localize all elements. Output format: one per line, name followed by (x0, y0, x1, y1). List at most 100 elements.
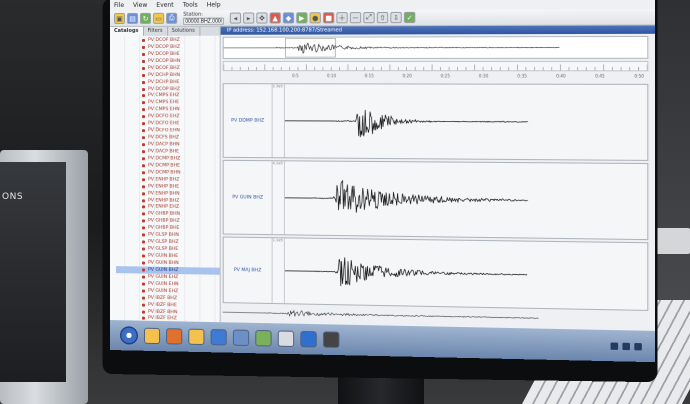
station-icon (142, 289, 146, 293)
start-button[interactable] (119, 326, 138, 345)
menu-item-help[interactable]: Help (207, 0, 221, 11)
channel-label: PV DDMP BHZ (231, 118, 265, 124)
time-tick-label: 0:20 (402, 73, 412, 79)
station-input[interactable] (183, 17, 224, 25)
tree-item-label: PV GHBP BHN (148, 211, 181, 218)
station-icon (142, 178, 146, 182)
tree-item-label: PV DCOF BHZ (148, 37, 180, 43)
overview-trace[interactable] (222, 35, 649, 59)
tree-item-label: PV ENHP BHE (148, 184, 180, 190)
print-icon[interactable]: ⎙ (166, 12, 178, 24)
stop-icon[interactable]: ■ (322, 12, 335, 24)
pan-icon[interactable]: ✥ (256, 12, 268, 24)
firefox-icon[interactable] (166, 328, 183, 345)
tree-item-label: PV GUIN BHZ (148, 267, 179, 274)
apply-icon[interactable]: ✓ (403, 11, 416, 24)
station-icon (142, 150, 146, 154)
zoom-fit-icon[interactable]: ⤢ (363, 11, 375, 24)
station-icon (142, 143, 146, 147)
amp-top: 1.1e5 (272, 238, 283, 243)
amp-top: 2.3e5 (272, 84, 283, 89)
station-icon (142, 38, 146, 42)
refresh-icon[interactable]: ↻ (139, 12, 152, 24)
station-icon (142, 240, 146, 244)
zoom-out-icon[interactable]: － (349, 12, 362, 24)
save-icon[interactable]: ▤ (126, 12, 138, 24)
tree-item-label: PV GUIN EHN (148, 281, 179, 287)
time-axis[interactable] (222, 60, 649, 72)
tree-item-label: PV CMPS EHE (148, 100, 180, 106)
open-icon[interactable]: ▣ (113, 12, 125, 24)
station-icon (142, 157, 146, 161)
terminal-icon[interactable] (322, 331, 340, 349)
tree-item-station[interactable]: PV DCOP BHE (116, 51, 220, 58)
go-icon[interactable]: ▶ (296, 12, 308, 24)
time-axis-ticks (224, 62, 648, 70)
station-icon (142, 268, 146, 272)
tree-item-label: PV GUIN EHZ (148, 274, 179, 280)
menu-item-tools[interactable]: Tools (183, 0, 198, 11)
network-icon[interactable] (610, 341, 619, 350)
amplitude-scale: 4.2e5 (272, 161, 285, 235)
arrow-right-icon[interactable]: ▸ (243, 12, 255, 24)
tree-item-station[interactable]: PV DCOP BHN (116, 58, 220, 65)
tree-item-label: PV DCMP BHN (148, 170, 181, 176)
channel-label-cell: PV GUIN BHZ (223, 160, 273, 235)
channel-panel[interactable]: PV MAJ BHZ 1.1e5 (222, 236, 649, 311)
channel-panel[interactable]: PV GUIN BHZ 4.2e5 (222, 159, 649, 241)
scale-up-icon[interactable]: ⇧ (376, 11, 389, 24)
scale-down-icon[interactable]: ⇩ (390, 11, 402, 24)
channel-label-cell: PV MAJ BHZ (223, 237, 273, 304)
filter-icon[interactable]: ◆ (282, 12, 295, 24)
media-icon[interactable] (210, 329, 227, 346)
menu-item-view[interactable]: View (133, 0, 147, 11)
app-icon[interactable] (232, 329, 250, 347)
station-tree: PV DCOF BHZ PV DCOP BHZ PV DCOP BHE PV DCOP… (110, 35, 220, 334)
event-icon[interactable]: ● (309, 12, 321, 24)
station-icon (142, 212, 146, 216)
tab-filters[interactable]: Filters (143, 26, 168, 36)
station-icon (142, 45, 146, 49)
channel-panel[interactable]: PV DDMP BHZ 2.3e5 (222, 83, 649, 161)
tab-catalogs[interactable]: Catalogs (110, 26, 144, 36)
station-icon (142, 303, 146, 307)
station-icon (142, 66, 146, 70)
station-icon (142, 171, 146, 175)
station-icon (142, 191, 146, 195)
station-icon (142, 184, 146, 188)
app-icon[interactable] (255, 329, 272, 347)
station-icon (142, 108, 146, 112)
station-icon (142, 122, 146, 126)
side-device: ONS (0, 150, 88, 404)
tab-solutions[interactable]: Solutions (167, 26, 200, 36)
system-tray (610, 341, 642, 350)
screen: File View Event Tools Help ▣ ▤ ↻ ▭ ⎙ Station… (110, 0, 655, 363)
time-tick-label: 0:15 (364, 73, 374, 79)
app-icon[interactable] (300, 330, 317, 348)
arrow-left-icon[interactable]: ◂ (229, 12, 242, 24)
menu-item-event[interactable]: Event (156, 0, 173, 11)
folder-icon[interactable]: ▭ (153, 12, 165, 24)
tree-item-label: PV DCFO EHN (148, 128, 180, 134)
station-icon (142, 310, 146, 314)
waveform-area: IP address: 152.168.100.200:8787/Streame… (220, 25, 655, 343)
folder-icon[interactable] (188, 328, 205, 346)
amplitude-scale: 2.3e5 (272, 84, 285, 158)
tree-item-label: PV ENHP BHN (148, 190, 180, 197)
volume-icon[interactable] (622, 342, 630, 350)
sidebar: Catalogs Filters Solutions PV DCOF BHZ PV… (110, 26, 221, 334)
flag-icon[interactable] (634, 342, 642, 350)
tree-item-label: PV DCFO EHE (148, 121, 180, 127)
photo-scene: ONS File View Event Tools Help ▣ ▤ ↻ ▭ ⎙ Sta… (0, 0, 690, 404)
zoom-in-icon[interactable]: ＋ (336, 12, 348, 24)
app-icon[interactable] (277, 330, 295, 348)
tree-item-label: PV GUIN EHZ (148, 288, 179, 294)
channel-label: PV GUIN BHZ (232, 194, 264, 201)
station-icon (142, 136, 146, 140)
explorer-icon[interactable] (144, 327, 161, 345)
pick-icon[interactable]: ▲ (269, 12, 281, 24)
amp-top: 4.2e5 (272, 161, 283, 166)
tree-item-label: PV GLSP BHE (148, 246, 179, 253)
menu-item-file[interactable]: File (114, 0, 124, 11)
tree-item-label: PV DCOP BHZ (148, 44, 180, 50)
